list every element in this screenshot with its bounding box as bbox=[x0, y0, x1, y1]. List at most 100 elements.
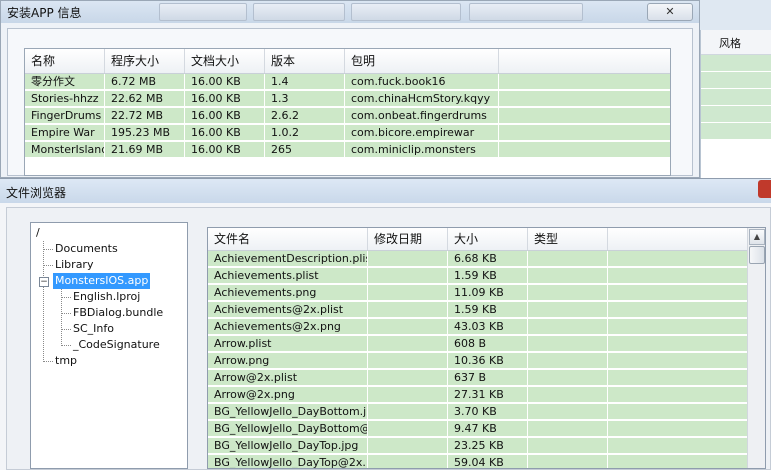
cell-modified bbox=[368, 285, 448, 301]
column-header-filename[interactable]: 文件名 bbox=[208, 228, 368, 250]
cell-modified bbox=[368, 251, 448, 267]
cell-filename: BG_YellowJello_DayBottom@... bbox=[208, 421, 368, 437]
cell-package: com.bicore.empirewar bbox=[345, 125, 499, 141]
cell-type bbox=[528, 302, 608, 318]
table-row[interactable]: MonsterIsland 21.69 MB 16.00 KB 265 com.mini… bbox=[25, 142, 670, 158]
background-column-label: 风格 bbox=[719, 37, 741, 50]
table-row[interactable]: BG_YellowJello_DayBottom@... 9.47 KB bbox=[208, 421, 765, 437]
tree-item-codesignature[interactable]: _CodeSignature bbox=[73, 337, 160, 353]
cell-app-size: 22.62 MB bbox=[105, 91, 185, 107]
file-list-table[interactable]: 文件名 修改日期 大小 类型 AchievementDescription.pl… bbox=[207, 227, 766, 469]
column-header-size[interactable]: 大小 bbox=[448, 228, 528, 250]
tree-item-english-lproj[interactable]: English.lproj bbox=[73, 289, 140, 305]
cell-version: 265 bbox=[265, 142, 345, 158]
cell-modified bbox=[368, 438, 448, 454]
cell-modified bbox=[368, 421, 448, 437]
background-tab[interactable] bbox=[253, 3, 345, 21]
table-row[interactable]: Empire War 195.23 MB 16.00 KB 1.0.2 com.bico… bbox=[25, 125, 670, 141]
cell-size: 3.70 KB bbox=[448, 404, 528, 420]
scroll-thumb[interactable] bbox=[749, 246, 765, 264]
column-header-modified[interactable]: 修改日期 bbox=[368, 228, 448, 250]
tree-line bbox=[43, 265, 53, 266]
cell-type bbox=[528, 387, 608, 403]
vertical-scrollbar[interactable]: ▲ bbox=[747, 228, 765, 468]
cell-type bbox=[528, 353, 608, 369]
cell-modified bbox=[368, 302, 448, 318]
cell-name: FingerDrums bbox=[25, 108, 105, 124]
cell-type bbox=[528, 404, 608, 420]
cell-filename: BG_YellowJello_DayTop.jpg bbox=[208, 438, 368, 454]
tree-item-monstersios-app[interactable]: MonstersIOS.app bbox=[53, 273, 151, 289]
cell-modified bbox=[368, 370, 448, 386]
cell-size: 1.59 KB bbox=[448, 302, 528, 318]
tree-item-fbdialog-bundle[interactable]: FBDialog.bundle bbox=[73, 305, 163, 321]
cell-name: MonsterIsland bbox=[25, 142, 105, 158]
table-row[interactable]: BG_YellowJello_DayBottom.jpg 3.70 KB bbox=[208, 404, 765, 420]
table-row[interactable]: AchievementDescription.plist_b 6.68 KB bbox=[208, 251, 765, 267]
table-row[interactable]: BG_YellowJello_DayTop@2x.... 59.04 KB bbox=[208, 455, 765, 468]
cell-filename: Achievements.plist bbox=[208, 268, 368, 284]
column-header-doc-size[interactable]: 文档大小 bbox=[185, 49, 265, 73]
table-row[interactable]: Arrow.plist 608 B bbox=[208, 336, 765, 352]
table-row[interactable]: Arrow@2x.plist 637 B bbox=[208, 370, 765, 386]
table-row[interactable]: BG_YellowJello_DayTop.jpg 23.25 KB bbox=[208, 438, 765, 454]
table-row[interactable]: Achievements.png 11.09 KB bbox=[208, 285, 765, 301]
background-tab[interactable] bbox=[351, 3, 461, 21]
table-row[interactable]: Stories-hhzz 22.62 MB 16.00 KB 1.3 com.china… bbox=[25, 91, 670, 107]
column-header-package[interactable]: 包明 bbox=[345, 49, 499, 73]
cell-filename: Achievements.png bbox=[208, 285, 368, 301]
cell-size: 9.47 KB bbox=[448, 421, 528, 437]
table-row[interactable]: Arrow.png 10.36 KB bbox=[208, 353, 765, 369]
cell-filename: Arrow.png bbox=[208, 353, 368, 369]
column-header-version[interactable]: 版本 bbox=[265, 49, 345, 73]
cell-package: com.miniclip.monsters bbox=[345, 142, 499, 158]
app-info-titlebar[interactable]: 安装APP 信息 ✕ bbox=[1, 1, 699, 23]
table-row[interactable]: Achievements@2x.png 43.03 KB bbox=[208, 319, 765, 335]
cell-type bbox=[528, 251, 608, 267]
cell-type bbox=[528, 268, 608, 284]
close-button[interactable]: ✕ bbox=[647, 3, 693, 21]
cell-app-size: 22.72 MB bbox=[105, 108, 185, 124]
column-header-name[interactable]: 名称 bbox=[25, 49, 105, 73]
table-row[interactable]: Achievements.plist 1.59 KB bbox=[208, 268, 765, 284]
tree-item-documents[interactable]: Documents bbox=[55, 241, 118, 257]
tree-item-tmp[interactable]: tmp bbox=[55, 353, 77, 369]
cell-name: Empire War bbox=[25, 125, 105, 141]
cell-size: 27.31 KB bbox=[448, 387, 528, 403]
cell-doc-size: 16.00 KB bbox=[185, 91, 265, 107]
collapse-icon[interactable]: − bbox=[39, 277, 49, 287]
cell-size: 43.03 KB bbox=[448, 319, 528, 335]
background-tab[interactable] bbox=[159, 3, 247, 21]
background-row bbox=[701, 123, 771, 140]
table-header: 名称 程序大小 文档大小 版本 包明 bbox=[25, 49, 670, 74]
app-info-title: 安装APP 信息 bbox=[7, 6, 82, 20]
close-button[interactable] bbox=[758, 180, 771, 198]
cell-doc-size: 16.00 KB bbox=[185, 125, 265, 141]
tree-item-sc-info[interactable]: SC_Info bbox=[73, 321, 114, 337]
close-icon: ✕ bbox=[665, 5, 675, 18]
folder-tree[interactable]: / Documents Library − MonstersIOS.app En… bbox=[30, 222, 188, 469]
background-row bbox=[701, 89, 771, 106]
cell-size: 10.36 KB bbox=[448, 353, 528, 369]
app-list-table[interactable]: 名称 程序大小 文档大小 版本 包明 零分作文 6.72 MB 16.00 KB 1.… bbox=[24, 48, 671, 176]
file-browser-titlebar[interactable]: 文件浏览器 bbox=[0, 179, 771, 203]
cell-modified bbox=[368, 353, 448, 369]
column-header-type[interactable]: 类型 bbox=[528, 228, 608, 250]
table-row[interactable]: Achievements@2x.plist 1.59 KB bbox=[208, 302, 765, 318]
scroll-up-icon[interactable]: ▲ bbox=[749, 229, 765, 245]
table-row[interactable]: Arrow@2x.png 27.31 KB bbox=[208, 387, 765, 403]
cell-size: 23.25 KB bbox=[448, 438, 528, 454]
tree-item-library[interactable]: Library bbox=[55, 257, 93, 273]
cell-type bbox=[528, 370, 608, 386]
column-header-app-size[interactable]: 程序大小 bbox=[105, 49, 185, 73]
cell-doc-size: 16.00 KB bbox=[185, 108, 265, 124]
cell-filename: Arrow@2x.png bbox=[208, 387, 368, 403]
background-column-header[interactable]: 风格 bbox=[701, 30, 771, 55]
tree-line bbox=[61, 297, 71, 298]
table-row[interactable]: FingerDrums 22.72 MB 16.00 KB 2.6.2 com.onbe… bbox=[25, 108, 670, 124]
table-header: 文件名 修改日期 大小 类型 bbox=[208, 228, 765, 251]
background-tab[interactable] bbox=[469, 3, 583, 21]
tree-root[interactable]: / bbox=[36, 225, 40, 241]
table-row[interactable]: 零分作文 6.72 MB 16.00 KB 1.4 com.fuck.book16 bbox=[25, 74, 670, 90]
cell-app-size: 6.72 MB bbox=[105, 74, 185, 90]
